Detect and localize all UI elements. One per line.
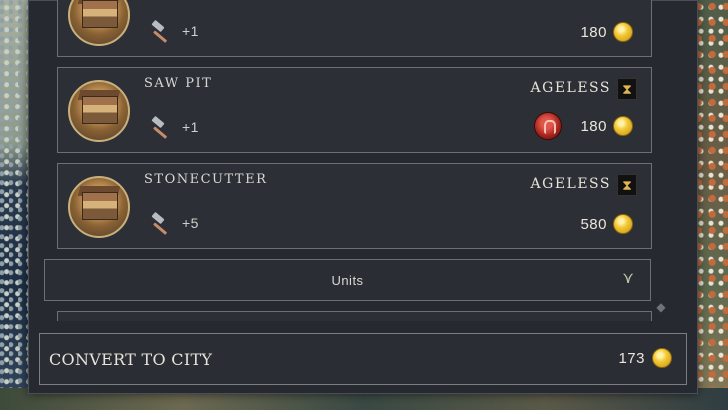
- production-value: +1: [182, 119, 199, 135]
- cost-value: 580: [580, 215, 607, 233]
- production-yield: +1: [150, 19, 199, 43]
- units-label: Units: [331, 273, 364, 288]
- list-item-partial: [57, 311, 652, 321]
- hammer-icon: [150, 19, 172, 43]
- map-background-right: [694, 0, 728, 410]
- convert-to-city-button[interactable]: CONVERT TO CITY 173: [39, 333, 687, 385]
- gold-coin-icon: [613, 116, 633, 136]
- building-cost: 180: [580, 22, 633, 42]
- cost-value: 180: [580, 117, 607, 135]
- gold-coin-icon: [613, 22, 633, 42]
- building-portrait: [68, 80, 130, 142]
- production-value: +1: [182, 23, 199, 39]
- hourglass-icon: ⧗: [617, 78, 637, 100]
- building-card-saw-pit[interactable]: SAW PIT AGELESS ⧗ +1 180: [57, 67, 652, 153]
- convert-cost: 173: [618, 348, 672, 368]
- building-name: STONECUTTER: [144, 172, 268, 187]
- scrollbar-thumb[interactable]: ◆: [656, 300, 666, 324]
- cost-value: 180: [580, 23, 607, 41]
- building-portrait: [68, 176, 130, 238]
- production-yield: +5: [150, 211, 199, 235]
- production-value: +5: [182, 215, 199, 231]
- building-age: AGELESS: [530, 80, 611, 96]
- building-portrait: [68, 0, 130, 46]
- chevron-down-icon[interactable]: ⋎: [622, 271, 634, 287]
- production-yield: +1: [150, 115, 199, 139]
- building-card-granary[interactable]: +1 180: [57, 0, 652, 57]
- convert-label: CONVERT TO CITY: [49, 350, 213, 369]
- building-name: SAW PIT: [144, 76, 213, 91]
- units-section-header[interactable]: Units ⋎: [44, 259, 651, 301]
- building-age: AGELESS: [530, 176, 611, 192]
- faith-icon: [534, 112, 563, 140]
- convert-cost-value: 173: [618, 349, 645, 367]
- gold-coin-icon: [613, 214, 633, 234]
- gold-coin-icon: [652, 348, 672, 368]
- building-cost: 180: [534, 112, 633, 140]
- hammer-icon: [150, 211, 172, 235]
- hammer-icon: [150, 115, 172, 139]
- building-cost: 580: [580, 214, 633, 234]
- hourglass-icon: ⧗: [617, 174, 637, 196]
- building-card-stonecutter[interactable]: STONECUTTER AGELESS ⧗ +5 580: [57, 163, 652, 249]
